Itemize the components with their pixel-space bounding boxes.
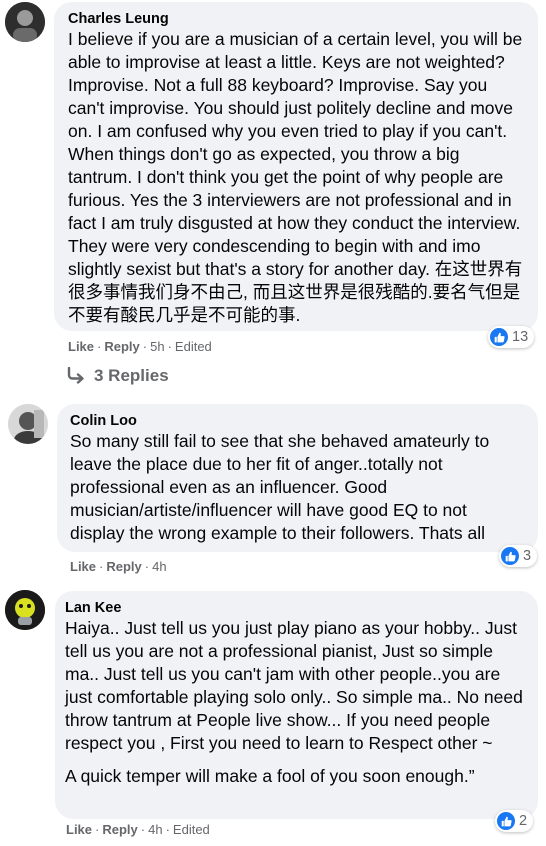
like-link[interactable]: Like [66,822,92,837]
reply-link[interactable]: Reply [106,559,141,574]
reaction-count[interactable]: 13 [488,326,535,348]
comment-actions: Like · Reply · 4h [70,559,167,574]
comment-timestamp[interactable]: 4h [152,559,166,574]
reaction-count-value: 13 [512,329,529,345]
reaction-count[interactable]: 2 [495,810,534,832]
comment-author[interactable]: Lan Kee [65,599,526,617]
comment-text: So many still fail to see that she behav… [70,431,490,543]
thumbs-up-icon [490,328,508,346]
comment-bubble: Lan Kee Haiya.. Just tell us you just pl… [55,591,538,819]
comment-timestamp[interactable]: 5h [150,339,164,354]
like-link[interactable]: Like [68,339,94,354]
reaction-count[interactable]: 3 [499,545,538,567]
view-replies-button[interactable]: 3 Replies [66,366,169,386]
avatar-image [5,590,45,630]
reply-link[interactable]: Reply [104,339,139,354]
comment-author[interactable]: Charles Leung [68,10,526,28]
avatar[interactable] [5,590,45,630]
comment-text: Haiya.. Just tell us you just play piano… [65,618,523,753]
comment-text: I believe if you are a musician of a cer… [68,29,523,325]
like-link[interactable]: Like [70,559,96,574]
replies-label: 3 Replies [94,366,169,385]
reply-arrow-icon [67,367,84,384]
reaction-count-value: 2 [519,813,528,829]
avatar[interactable] [8,404,48,444]
avatar-image [8,404,48,444]
thumbs-up-icon [501,547,519,565]
comment-bubble: Colin Loo So many still fail to see that… [57,404,538,552]
avatar[interactable] [5,2,45,42]
edited-label: Edited [172,822,210,837]
comment-timestamp[interactable]: 4h [148,822,162,837]
comment-bubble: Charles Leung I believe if you are a mus… [54,2,538,331]
comment-author[interactable]: Colin Loo [70,412,526,430]
reply-link[interactable]: Reply [102,822,137,837]
comment-actions: Like · Reply · 5h · Edited [68,339,212,354]
thumbs-up-icon [497,812,515,830]
avatar-image [5,2,45,42]
edited-label: Edited [174,339,212,354]
comment-actions: Like · Reply · 4h · Edited [66,822,210,837]
comment-text-quote: A quick temper will make a fool of you s… [65,766,475,786]
reaction-count-value: 3 [523,548,532,564]
